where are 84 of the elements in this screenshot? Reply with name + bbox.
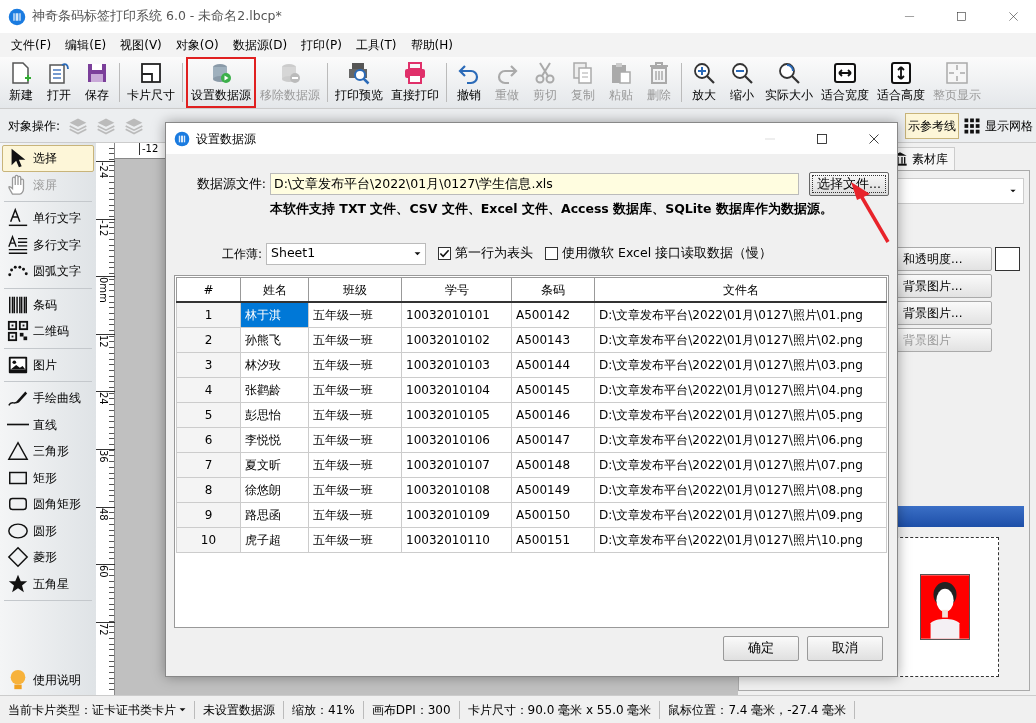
- table-cell: 五年级一班: [308, 452, 402, 478]
- tab-label: 素材库: [912, 151, 948, 168]
- table-cell: 10032010101: [401, 302, 512, 328]
- table-cell: 五年级一班: [308, 477, 402, 503]
- table-cell: 五年级一班: [308, 377, 402, 403]
- table-cell: 夏文昕: [240, 452, 309, 478]
- ruler-label: 60: [98, 565, 108, 578]
- row-number: 9: [176, 502, 241, 528]
- status-text: 缩放：41%: [292, 701, 355, 719]
- ruler-label: -12: [139, 143, 159, 155]
- table-cell: 10032010108: [401, 477, 512, 503]
- table-cell: 彭思怡: [240, 402, 309, 428]
- checkbox-label: 第一行为表头: [455, 244, 534, 263]
- table-cell: A500145: [511, 377, 595, 403]
- status-text: 画布DPI：300: [371, 701, 451, 719]
- table-cell: A500147: [511, 427, 595, 453]
- ruler-label: 0mm: [98, 277, 108, 304]
- ruler-label: -12: [98, 219, 108, 236]
- table-cell: D:\文章发布平台\2022\01月\0127\照片\05.png: [594, 402, 887, 428]
- table-cell: D:\文章发布平台\2022\01月\0127\照片\10.png: [594, 527, 887, 553]
- table-cell: 张鹳龄: [240, 377, 309, 403]
- table-cell: D:\文章发布平台\2022\01月\0127\照片\02.png: [594, 327, 887, 353]
- table-cell: 10032010106: [401, 427, 512, 453]
- table-cell: 徐悠朗: [240, 477, 309, 503]
- table-cell: 五年级一班: [308, 302, 402, 328]
- table-cell: A500150: [511, 502, 595, 528]
- table-cell: 10032010102: [401, 327, 512, 353]
- row-number: 7: [176, 452, 241, 478]
- table-cell: 孙熊飞: [240, 327, 309, 353]
- table-cell: 路思函: [240, 502, 309, 528]
- table-cell: D:\文章发布平台\2022\01月\0127\照片\04.png: [594, 377, 887, 403]
- table-cell: D:\文章发布平台\2022\01月\0127\照片\08.png: [594, 477, 887, 503]
- table-cell: 五年级一班: [308, 327, 402, 353]
- table-cell: 10032010104: [401, 377, 512, 403]
- table-cell: 虎子超: [240, 527, 309, 553]
- table-cell: A500151: [511, 527, 595, 553]
- toolbar-label: 对象操作:: [8, 117, 61, 135]
- table-cell: A500146: [511, 402, 595, 428]
- field-label: 工作薄:: [222, 245, 263, 263]
- info-text: 本软件支持 TXT 文件、CSV 文件、Excel 文件、Access 数据库、SQLite 数据库作为数据源。: [270, 200, 834, 218]
- table-cell: D:\文章发布平台\2022\01月\0127\照片\06.png: [594, 427, 887, 453]
- table-cell: D:\文章发布平台\2022\01月\0127\照片\07.png: [594, 452, 887, 478]
- table-cell: A500143: [511, 327, 595, 353]
- status-text: 未设置数据源: [203, 701, 275, 719]
- table-cell: 10032010107: [401, 452, 512, 478]
- checkbox-label: 使用微软 Excel 接口读取数据（慢）: [562, 244, 773, 263]
- status-text: 鼠标位置：7.4 毫米，-27.4 毫米: [668, 701, 847, 719]
- table-cell: 五年级一班: [308, 352, 402, 378]
- table-cell: D:\文章发布平台\2022\01月\0127\照片\01.png: [594, 302, 887, 328]
- ruler-label: 12: [98, 334, 108, 348]
- table-cell: A500144: [511, 352, 595, 378]
- table-cell: 林汐玫: [240, 352, 309, 378]
- status-text: 卡片尺寸：90.0 毫米 x 55.0 毫米: [467, 701, 652, 719]
- table-cell: A500149: [511, 477, 595, 503]
- table-cell: D:\文章发布平台\2022\01月\0127\照片\09.png: [594, 502, 887, 528]
- table-cell: 10032010103: [401, 352, 512, 378]
- ruler-label: 48: [98, 507, 108, 521]
- table-cell: 10032010105: [401, 402, 512, 428]
- table-cell: 五年级一班: [308, 527, 402, 553]
- dropdown-value: Sheet1: [271, 244, 316, 263]
- row-number: 2: [176, 327, 241, 353]
- ruler-label: 36: [98, 449, 108, 463]
- row-number: 6: [176, 427, 241, 453]
- table-cell: 五年级一班: [308, 427, 402, 453]
- row-number: 3: [176, 352, 241, 378]
- table-cell: A500148: [511, 452, 595, 478]
- row-number: 8: [176, 477, 241, 503]
- table-cell: D:\文章发布平台\2022\01月\0127\照片\03.png: [594, 352, 887, 378]
- row-number: 5: [176, 402, 241, 428]
- table-cell: 李悦悦: [240, 427, 309, 453]
- row-number: 1: [176, 302, 241, 328]
- table-cell: A500142: [511, 302, 595, 328]
- table-cell: 10032010109: [401, 502, 512, 528]
- row-number: 4: [176, 377, 241, 403]
- dialog-title: 设置数据源: [196, 130, 257, 148]
- field-label: 数据源文件:: [195, 174, 266, 193]
- ruler-label: 72: [98, 622, 108, 636]
- window-title: 神奇条码标签打印系统 6.0 - 未命名2.lbcp*: [32, 7, 283, 26]
- row-number: 10: [176, 527, 241, 553]
- ruler-label: 24: [98, 392, 108, 406]
- ruler-label: -24: [98, 162, 108, 179]
- table-cell: 五年级一班: [308, 402, 402, 428]
- table-cell: 五年级一班: [308, 502, 402, 528]
- table-cell: 10032010110: [401, 527, 512, 553]
